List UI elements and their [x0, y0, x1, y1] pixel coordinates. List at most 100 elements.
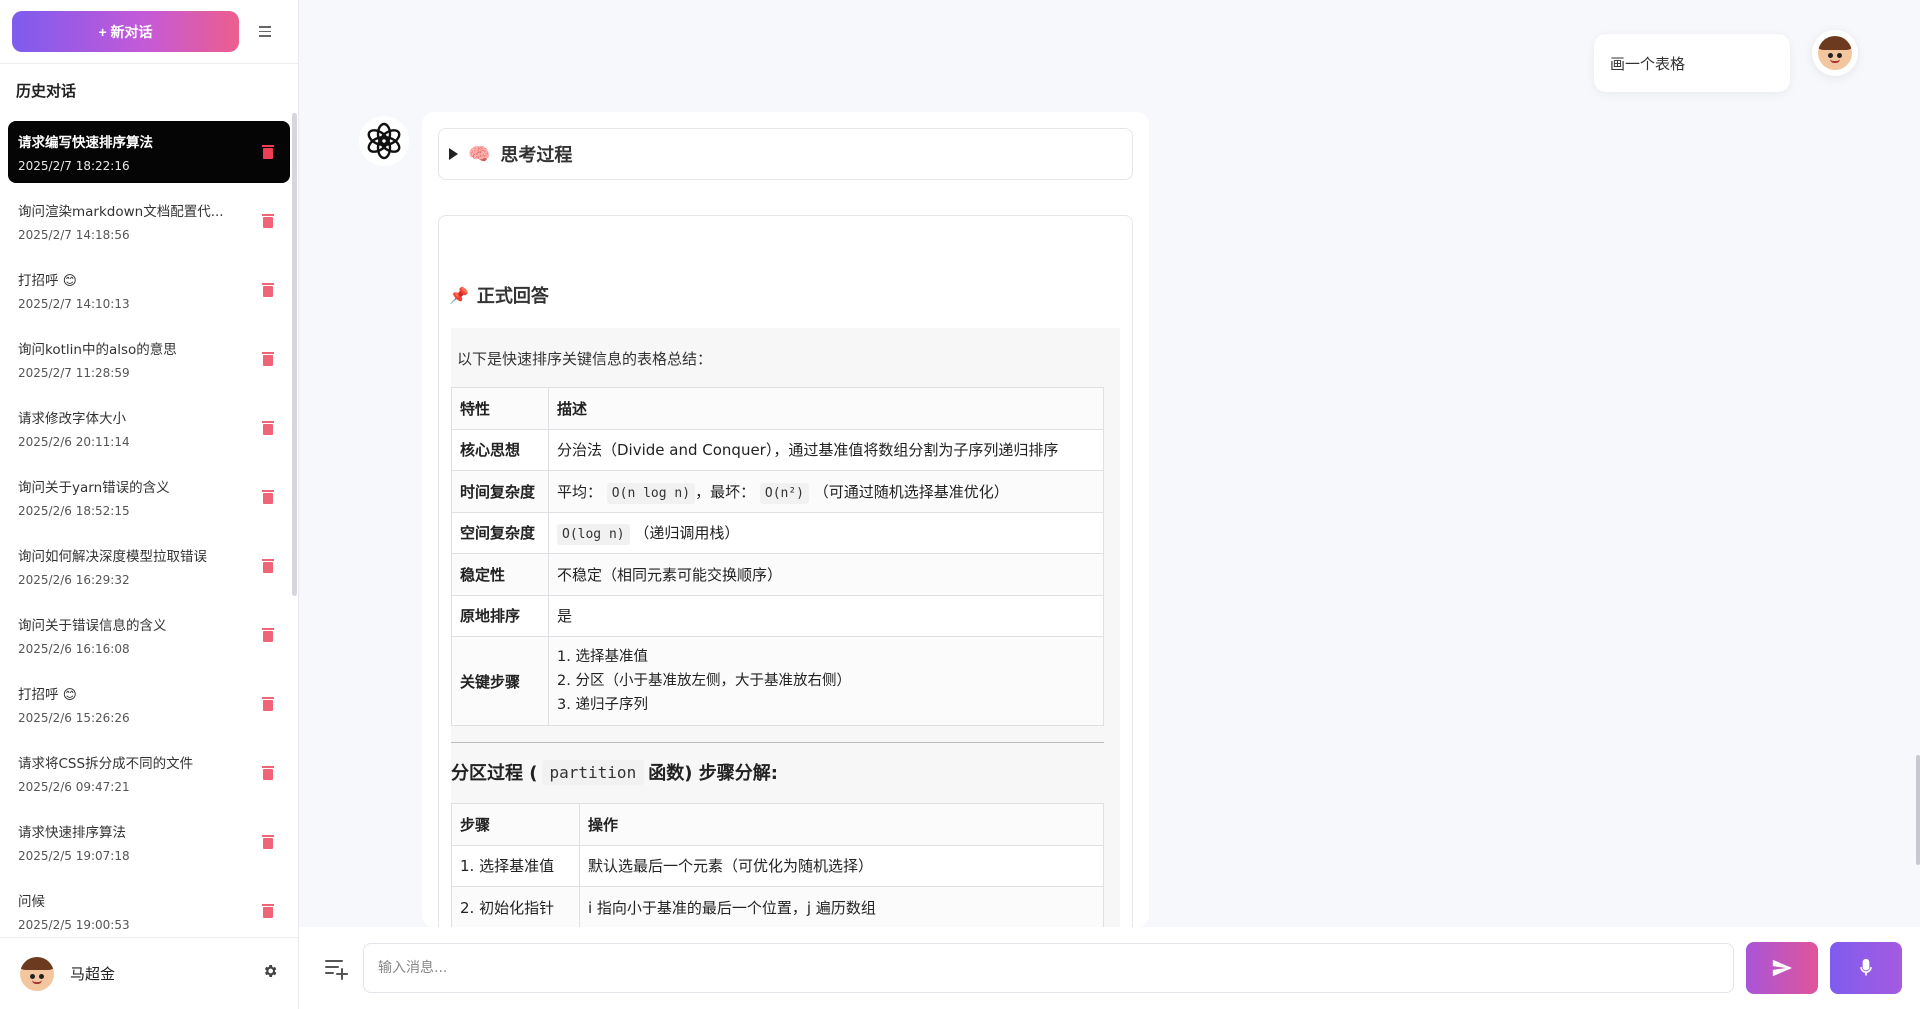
app-root: + 新对话 历史对话 请求编写快速排序算法 2025/2/7 18:22:16 询问…: [0, 0, 1920, 1009]
delete-icon[interactable]: [262, 421, 274, 435]
menu-icon[interactable]: [253, 20, 277, 44]
history-item-text: 打招呼 😊 2025/2/7 14:10:13: [18, 269, 248, 311]
gear-icon[interactable]: [262, 963, 278, 984]
partition-steps-table: 步骤 操作 1. 选择基准值 默认选最后一个元素（可优化为随机选择） 2. 初始…: [451, 803, 1104, 927]
table-cell-value: O(log n) （递归调用栈）: [548, 511, 1104, 554]
table-cell-key: 空间复杂度: [451, 511, 549, 554]
history-item-text: 请求将CSS拆分成不同的文件 2025/2/6 09:47:21: [18, 752, 248, 794]
send-icon: [1772, 959, 1793, 977]
table-row: 稳定性 不稳定（相同元素可能交换顺序）: [451, 553, 1104, 596]
delete-icon[interactable]: [262, 145, 274, 159]
step-line: 3. 递归子序列: [557, 697, 648, 713]
brain-icon: 🧠: [468, 143, 491, 165]
delete-icon[interactable]: [262, 283, 274, 297]
chat-main: 画一个表格 🧠 思考过程 📌 正式回答 以下是快速排序关键信息的表格总结： 特性…: [299, 0, 1920, 1009]
history-item-time: 2025/2/6 15:26:26: [18, 711, 130, 725]
history-item[interactable]: 询问关于错误信息的含义 2025/2/6 16:16:08: [8, 604, 290, 666]
history-item[interactable]: 请求编写快速排序算法 2025/2/7 18:22:16: [8, 121, 290, 183]
history-item-text: 询问关于yarn错误的含义 2025/2/6 18:52:15: [18, 476, 248, 518]
history-list: 请求编写快速排序算法 2025/2/7 18:22:16 询问渲染markdown文…: [0, 111, 298, 937]
history-item-text: 请求快速排序算法 2025/2/5 19:07:18: [18, 821, 248, 863]
history-item-title: 询问如何解决深度模型拉取错误: [18, 549, 207, 565]
new-topic-icon[interactable]: [321, 953, 351, 983]
table-row: 2. 初始化指针 i 指向小于基准的最后一个位置，j 遍历数组: [451, 886, 1104, 927]
new-chat-button[interactable]: + 新对话: [12, 11, 239, 52]
inline-code: partition: [541, 759, 645, 785]
delete-icon[interactable]: [262, 628, 274, 642]
history-item-title: 询问渲染markdown文档配置代...: [18, 204, 224, 220]
table-header-cell: 步骤: [451, 803, 580, 846]
history-item-time: 2025/2/7 14:10:13: [18, 297, 130, 311]
quicksort-summary-table: 特性 描述 核心思想 分治法（Divide and Conquer），通过基准值…: [451, 387, 1104, 726]
formal-answer: 📌 正式回答 以下是快速排序关键信息的表格总结： 特性 描述 核心思想 分治法（…: [438, 215, 1133, 927]
user-message-text: 画一个表格: [1610, 54, 1686, 73]
sidebar-scrollbar[interactable]: [292, 113, 297, 596]
table-header-row: 步骤 操作: [451, 803, 1104, 846]
table-header-row: 特性 描述: [451, 387, 1104, 430]
history-item[interactable]: 询问渲染markdown文档配置代... 2025/2/7 14:18:56: [8, 190, 290, 252]
history-item-text: 请求修改字体大小 2025/2/6 20:11:14: [18, 407, 248, 449]
formal-answer-title: 📌 正式回答: [449, 282, 1120, 308]
delete-icon[interactable]: [262, 904, 274, 918]
history-item[interactable]: 打招呼 😊 2025/2/6 15:26:26: [8, 673, 290, 735]
delete-icon[interactable]: [262, 352, 274, 366]
history-item-title: 请求快速排序算法: [18, 825, 126, 841]
history-item[interactable]: 请求将CSS拆分成不同的文件 2025/2/6 09:47:21: [8, 742, 290, 804]
history-item-title: 询问kotlin中的also的意思: [18, 342, 177, 358]
send-button[interactable]: [1746, 942, 1818, 994]
voice-button[interactable]: [1830, 942, 1902, 994]
text: （递归调用栈）: [634, 524, 740, 543]
message-input[interactable]: [363, 943, 1734, 993]
table-row: 原地排序 是: [451, 594, 1104, 637]
history-item[interactable]: 询问kotlin中的also的意思 2025/2/7 11:28:59: [8, 328, 290, 390]
delete-icon[interactable]: [262, 559, 274, 573]
history-item-time: 2025/2/5 19:07:18: [18, 849, 130, 863]
input-bar: [299, 927, 1920, 1009]
history-title: 历史对话: [16, 82, 77, 100]
table-cell-value: 1. 选择基准值 2. 分区（小于基准放左侧，大于基准放右侧） 3. 递归子序列: [548, 636, 1104, 726]
history-item-title: 请求修改字体大小: [18, 411, 126, 427]
delete-icon[interactable]: [262, 697, 274, 711]
table-cell-key: 核心思想: [451, 428, 549, 471]
history-item[interactable]: 打招呼 😊 2025/2/7 14:10:13: [8, 259, 290, 321]
table-cell-value: 分治法（Divide and Conquer），通过基准值将数组分割为子序列递归…: [548, 428, 1104, 471]
step-line: 2. 分区（小于基准放左侧，大于基准放右侧）: [557, 673, 851, 689]
history-item-title: 请求编写快速排序算法: [18, 135, 153, 151]
history-item-time: 2025/2/7 11:28:59: [18, 366, 130, 380]
thinking-label: 思考过程: [500, 145, 573, 166]
delete-icon[interactable]: [262, 766, 274, 780]
sidebar-header: + 新对话: [0, 0, 298, 64]
table-cell-key: 1. 选择基准值: [451, 844, 580, 887]
thinking-toggle[interactable]: 🧠 思考过程: [438, 128, 1133, 180]
chat-scrollbar[interactable]: [1916, 755, 1920, 865]
table-cell-key: 2. 初始化指针: [451, 886, 580, 927]
step-line: 1. 选择基准值: [557, 649, 648, 665]
table-cell-key: 稳定性: [451, 553, 549, 596]
table-cell-key: 关键步骤: [451, 636, 549, 726]
history-item-title: 请求将CSS拆分成不同的文件: [18, 756, 194, 772]
delete-icon[interactable]: [262, 490, 274, 504]
history-item[interactable]: 请求修改字体大小 2025/2/6 20:11:14: [8, 397, 290, 459]
delete-icon[interactable]: [262, 835, 274, 849]
history-item-title: 打招呼 😊: [18, 687, 77, 703]
history-item-title: 询问关于yarn错误的含义: [18, 480, 170, 496]
history-item-time: 2025/2/6 18:52:15: [18, 504, 130, 518]
history-item-title: 询问关于错误信息的含义: [18, 618, 167, 634]
history-item-title: 问候: [18, 894, 45, 910]
table-row: 时间复杂度 平均： O(n log n) ，最坏： O(n²) （可通过随机选择基…: [451, 470, 1104, 513]
inline-code: O(log n): [557, 524, 630, 546]
answer-intro: 以下是快速排序关键信息的表格总结：: [457, 350, 713, 368]
history-item[interactable]: 请求快速排序算法 2025/2/5 19:07:18: [8, 811, 290, 873]
avatar[interactable]: [20, 956, 54, 991]
history-item-text: 打招呼 😊 2025/2/6 15:26:26: [18, 683, 248, 725]
history-item[interactable]: 问候 2025/2/5 19:00:53: [8, 880, 290, 937]
history-item[interactable]: 询问关于yarn错误的含义 2025/2/6 18:52:15: [8, 466, 290, 528]
table-cell-value: 平均： O(n log n) ，最坏： O(n²) （可通过随机选择基准优化）: [548, 470, 1104, 513]
history-item-title: 打招呼 😊: [18, 273, 77, 289]
table-cell-value: 默认选最后一个元素（可优化为随机选择）: [579, 844, 1104, 887]
table-header-cell: 特性: [451, 387, 549, 430]
delete-icon[interactable]: [262, 214, 274, 228]
user-avatar: [1812, 30, 1858, 76]
history-item[interactable]: 询问如何解决深度模型拉取错误 2025/2/6 16:29:32: [8, 535, 290, 597]
inline-code: O(n log n): [606, 482, 696, 504]
